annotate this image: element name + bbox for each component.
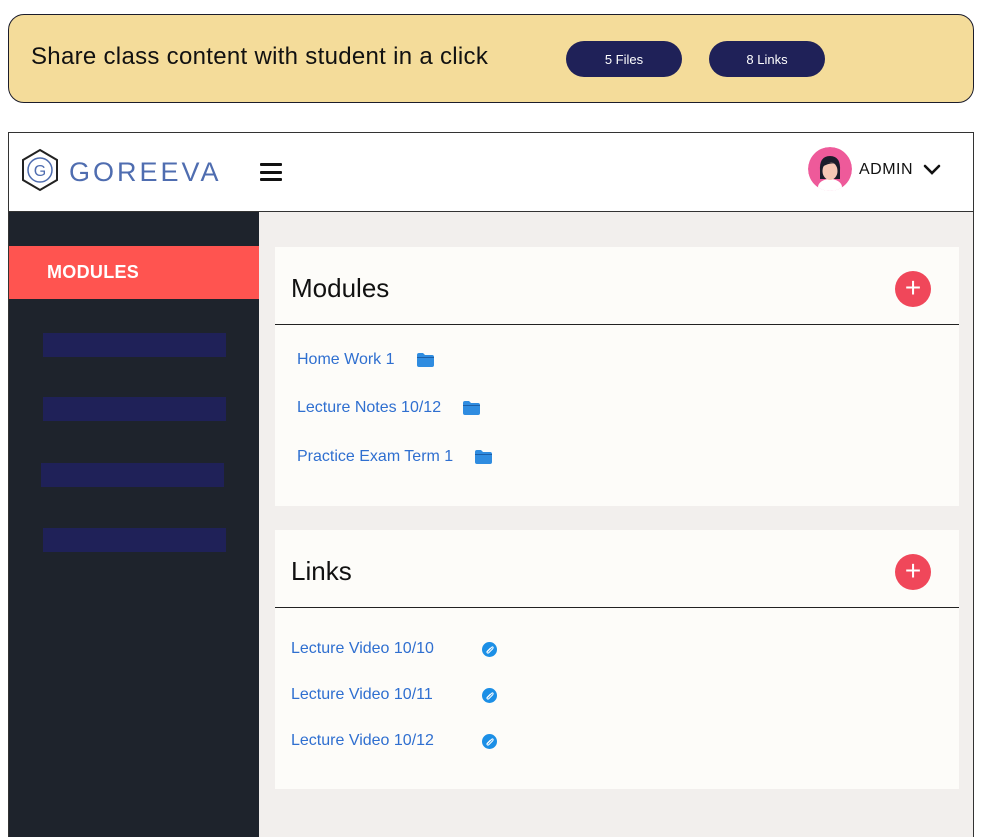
banner-title: Share class content with student in a cl… <box>31 43 489 70</box>
link-item-label: Lecture Video 10/12 <box>291 732 434 749</box>
module-item[interactable]: Practice Exam Term 1 <box>297 448 493 466</box>
chevron-down-icon[interactable] <box>922 160 942 180</box>
links-count-button[interactable]: 8 Links <box>709 41 825 77</box>
user-name-label[interactable]: ADMIN <box>859 161 913 179</box>
module-item-label: Practice Exam Term 1 <box>297 448 454 465</box>
module-item[interactable]: Lecture Notes 10/12 <box>297 399 481 417</box>
links-card-header: Links + <box>275 530 959 608</box>
sidebar: MODULES <box>9 212 259 837</box>
modules-title: Modules <box>291 273 390 303</box>
link-item[interactable]: Lecture Video 10/11 <box>291 686 497 704</box>
module-item[interactable]: Home Work 1 <box>297 351 434 369</box>
module-item-label: Lecture Notes 10/12 <box>297 399 442 416</box>
sidebar-item-modules[interactable]: MODULES <box>9 246 259 299</box>
modules-card: Modules + Home Work 1 Lecture Notes 10/1… <box>275 247 959 506</box>
sidebar-item-placeholder[interactable] <box>43 333 226 357</box>
add-module-button[interactable]: + <box>895 271 931 307</box>
link-item[interactable]: Lecture Video 10/12 <box>291 732 497 750</box>
link-icon <box>482 733 497 749</box>
folder-icon <box>475 450 493 464</box>
logo-icon: G <box>22 148 58 192</box>
modules-card-header: Modules + <box>275 247 959 325</box>
link-item[interactable]: Lecture Video 10/10 <box>291 640 497 658</box>
links-title: Links <box>291 556 352 586</box>
logo-letter: G <box>34 163 46 180</box>
avatar[interactable] <box>808 147 852 191</box>
sidebar-item-placeholder[interactable] <box>41 463 224 487</box>
folder-icon <box>463 401 481 415</box>
link-item-label: Lecture Video 10/10 <box>291 640 434 657</box>
sidebar-item-placeholder[interactable] <box>43 528 226 552</box>
link-icon <box>482 687 497 703</box>
user-avatar-icon <box>808 147 852 191</box>
files-count-button[interactable]: 5 Files <box>566 41 682 77</box>
link-item-label: Lecture Video 10/11 <box>291 686 433 703</box>
top-bar: G GOREEVA ADMIN <box>9 133 973 212</box>
menu-icon[interactable] <box>260 163 282 181</box>
module-item-label: Home Work 1 <box>297 351 395 368</box>
link-icon <box>482 641 497 657</box>
sidebar-item-placeholder[interactable] <box>43 397 226 421</box>
add-link-button[interactable]: + <box>895 554 931 590</box>
app-window: G GOREEVA ADMIN MODULES Modules + Home W… <box>8 132 974 837</box>
folder-icon <box>416 353 434 367</box>
logo-text: GOREEVA <box>69 157 222 187</box>
promo-banner: Share class content with student in a cl… <box>8 14 974 103</box>
links-card: Links + Lecture Video 10/10 Lecture Vide… <box>275 530 959 789</box>
